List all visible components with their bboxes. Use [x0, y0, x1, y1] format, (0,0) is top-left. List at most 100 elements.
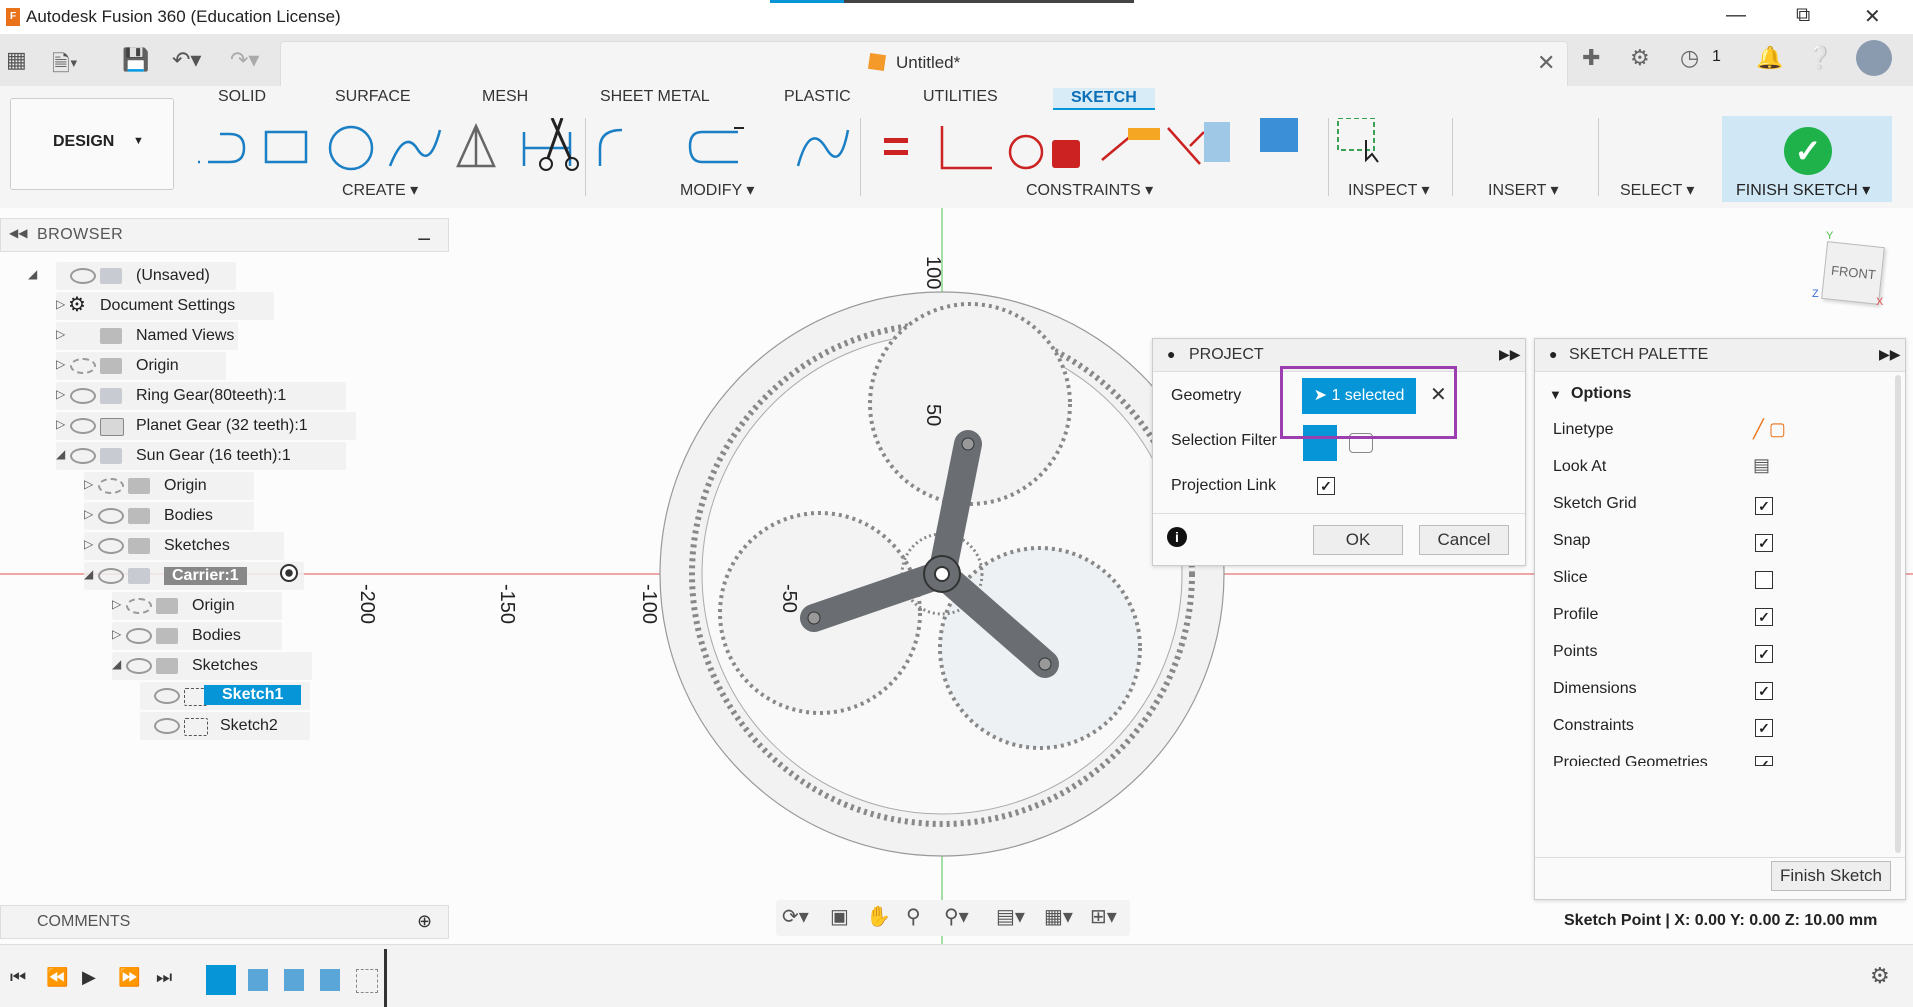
last-step-icon[interactable]: ⏭	[156, 967, 172, 988]
play-icon[interactable]: ▶	[82, 967, 96, 988]
tab-plastic[interactable]: PLASTIC	[784, 88, 851, 106]
expanded-caret-icon[interactable]: ◢	[84, 567, 93, 581]
collapse-browser-icon[interactable]: ◀◀	[9, 226, 27, 240]
expand-palette-icon[interactable]: ▶▶	[1879, 346, 1901, 363]
palette-option-checkbox[interactable]	[1755, 571, 1773, 589]
collapsed-caret-icon[interactable]: ▷	[56, 357, 65, 371]
visibility-eye-icon[interactable]	[154, 688, 180, 704]
visibility-eye-icon[interactable]	[70, 268, 96, 284]
insert-menu[interactable]: INSERT ▾	[1488, 180, 1559, 200]
file-menu-icon[interactable]: 🗎▾	[52, 47, 78, 85]
info-icon[interactable]: i	[1167, 527, 1187, 547]
palette-option-checkbox[interactable]: ✓	[1755, 497, 1773, 515]
zoom-window-icon[interactable]: ⚲▾	[944, 904, 969, 929]
grid-settings-icon[interactable]: ▦▾	[1044, 904, 1073, 929]
minimize-button[interactable]: —	[1726, 4, 1746, 27]
document-tab[interactable]: Untitled* ✕	[280, 41, 1568, 87]
tab-mesh[interactable]: MESH	[482, 88, 528, 106]
look-at-icon[interactable]: ▤	[1753, 455, 1770, 476]
visibility-eye-icon[interactable]	[98, 568, 124, 584]
add-comment-icon[interactable]: ⊕	[417, 911, 432, 932]
viewports-icon[interactable]: ⊞▾	[1090, 904, 1117, 929]
collapsed-caret-icon[interactable]: ▷	[84, 477, 93, 491]
palette-option-checkbox[interactable]: ✓	[1755, 645, 1773, 663]
timeline-marker[interactable]	[384, 949, 387, 1007]
zoom-icon[interactable]: ⚲	[906, 904, 921, 929]
expand-dialog-icon[interactable]: ▶▶	[1499, 346, 1521, 363]
timeline-sketch-feature[interactable]	[356, 969, 378, 993]
avatar[interactable]	[1856, 40, 1892, 76]
palette-collapse-icon[interactable]: ●	[1549, 346, 1557, 362]
visibility-eye-icon[interactable]	[154, 718, 180, 734]
tab-sketch[interactable]: SKETCH	[1053, 88, 1155, 110]
collapsed-caret-icon[interactable]: ▷	[84, 537, 93, 551]
finish-sketch-button[interactable]: ✓ FINISH SKETCH ▾	[1722, 116, 1892, 202]
visibility-eye-icon[interactable]	[126, 658, 152, 674]
visibility-eye-icon[interactable]	[98, 538, 124, 554]
extensions-icon[interactable]: ⚙	[1630, 45, 1650, 71]
collapsed-caret-icon[interactable]: ▷	[112, 597, 121, 611]
ok-button[interactable]: OK	[1313, 525, 1403, 555]
visibility-eye-icon[interactable]	[70, 388, 96, 404]
visibility-eye-icon[interactable]	[126, 628, 152, 644]
help-icon[interactable]: ❔	[1806, 45, 1833, 71]
hidden-eye-icon[interactable]	[98, 478, 124, 494]
tab-sheet-metal[interactable]: SHEET METAL	[600, 88, 710, 106]
apps-grid-icon[interactable]: ▦	[6, 47, 27, 73]
modify-menu[interactable]: MODIFY ▾	[680, 180, 754, 200]
collapsed-caret-icon[interactable]: ▷	[112, 627, 121, 641]
collapsed-caret-icon[interactable]: ▷	[56, 327, 65, 341]
next-step-icon[interactable]: ⏩	[118, 967, 140, 988]
hidden-eye-icon[interactable]	[70, 358, 96, 374]
hidden-eye-icon[interactable]	[126, 598, 152, 614]
visibility-eye-icon[interactable]	[70, 448, 96, 464]
collapsed-caret-icon[interactable]: ▷	[56, 297, 65, 311]
constraints-menu[interactable]: CONSTRAINTS ▾	[1026, 180, 1153, 200]
expanded-caret-icon[interactable]: ◢	[56, 447, 65, 461]
save-icon[interactable]: 💾	[122, 47, 149, 73]
tab-utilities[interactable]: UTILITIES	[923, 88, 998, 106]
dialog-collapse-icon[interactable]: ●	[1167, 346, 1175, 362]
collapsed-caret-icon[interactable]: ▷	[56, 387, 65, 401]
palette-scrollbar[interactable]	[1895, 375, 1901, 853]
notifications-icon[interactable]: 🔔	[1756, 45, 1783, 71]
tab-solid[interactable]: SOLID	[218, 88, 266, 106]
first-step-icon[interactable]: ⏮	[10, 967, 26, 988]
close-tab-icon[interactable]: ✕	[1537, 50, 1555, 76]
redo-icon[interactable]: ↷▾	[230, 47, 259, 73]
inspect-menu[interactable]: INSPECT ▾	[1348, 180, 1430, 200]
expanded-caret-icon[interactable]: ◢	[112, 657, 121, 671]
palette-option-checkbox[interactable]: ✓	[1755, 719, 1773, 737]
timeline-sketch-feature[interactable]	[206, 965, 236, 995]
timeline-component-feature[interactable]	[248, 969, 268, 991]
restore-button[interactable]: ⧉	[1796, 4, 1810, 27]
expanded-caret-icon[interactable]: ◢	[28, 267, 37, 281]
visibility-eye-icon[interactable]	[98, 508, 124, 524]
display-settings-icon[interactable]: ▤▾	[996, 904, 1025, 929]
timeline-settings-icon[interactable]: ⚙	[1870, 963, 1890, 989]
look-at-icon[interactable]: ▣	[830, 904, 849, 929]
previous-step-icon[interactable]: ⏪	[46, 967, 68, 988]
palette-option-checkbox[interactable]: ✓	[1755, 682, 1773, 700]
collapsed-caret-icon[interactable]: ▷	[56, 417, 65, 431]
options-toggle-icon[interactable]: ▼	[1549, 387, 1562, 402]
pan-icon[interactable]: ✋	[866, 904, 891, 929]
activate-component-radio[interactable]	[280, 564, 298, 582]
palette-option-checkbox[interactable]: ✓	[1755, 534, 1773, 552]
close-window-button[interactable]: ✕	[1864, 4, 1881, 29]
workspace-switcher[interactable]: DESIGN ▼	[10, 98, 174, 190]
visibility-eye-icon[interactable]	[70, 418, 96, 434]
create-menu[interactable]: CREATE ▾	[342, 180, 418, 200]
palette-finish-sketch-button[interactable]: Finish Sketch	[1771, 861, 1891, 891]
palette-option-checkbox[interactable]: ✓	[1755, 608, 1773, 626]
collapsed-caret-icon[interactable]: ▷	[84, 507, 93, 521]
orbit-icon[interactable]: ⟳▾	[782, 904, 809, 929]
linetype-icon[interactable]: ╱ ▢	[1753, 419, 1786, 440]
tab-surface[interactable]: SURFACE	[335, 88, 411, 106]
job-status-icon[interactable]: ◷	[1680, 45, 1699, 71]
palette-option-checkbox[interactable]: ✓	[1755, 756, 1773, 766]
timeline-component-feature[interactable]	[320, 969, 340, 991]
undo-icon[interactable]: ↶▾	[172, 47, 201, 73]
new-tab-icon[interactable]: ✚	[1582, 45, 1600, 71]
cancel-button[interactable]: Cancel	[1419, 525, 1509, 555]
